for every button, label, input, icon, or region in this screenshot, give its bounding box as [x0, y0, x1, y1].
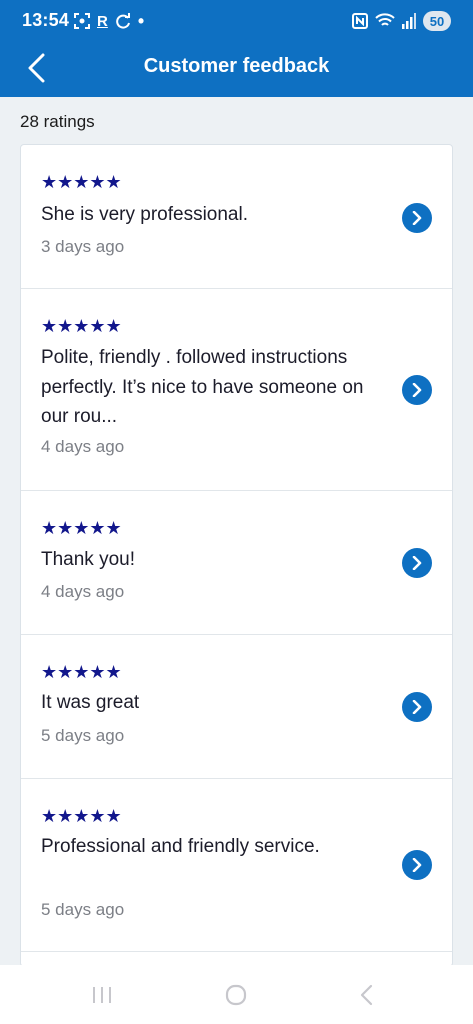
feedback-comment: Polite, friendly . followed instructions…: [41, 347, 364, 427]
star-rating: ★★★★★: [41, 172, 122, 192]
feedback-item[interactable]: ★★★★★ Polite, friendly . followed instru…: [21, 289, 452, 491]
battery-indicator: 50: [423, 11, 451, 31]
wifi-icon: [375, 13, 395, 26]
feedback-date: 4 days ago: [41, 437, 125, 456]
status-bar: 13:54 R • 50: [0, 0, 473, 44]
feedback-comment: Professional and friendly service.: [41, 836, 320, 857]
feedback-item[interactable]: ★★★★★ Thank you! 4 days ago: [21, 491, 452, 635]
signal-icon: [402, 13, 416, 29]
status-right-icons: 50: [352, 9, 451, 33]
feedback-date: 3 days ago: [41, 237, 125, 256]
star-rating: ★★★★★: [41, 518, 122, 538]
feedback-date: 4 days ago: [41, 582, 125, 601]
ratings-count: 28 ratings: [20, 112, 95, 131]
status-time: 13:54: [22, 10, 70, 30]
title-bar: Customer feedback: [0, 44, 473, 97]
feedback-item[interactable]: ★★★★★ Professional and friendly service.…: [21, 779, 452, 952]
star-rating: ★★★★★: [41, 662, 122, 682]
star-rating: ★★★★★: [41, 316, 122, 336]
recent-apps-icon[interactable]: [88, 981, 116, 1009]
home-icon[interactable]: [222, 981, 250, 1009]
page-title: Customer feedback: [143, 55, 330, 77]
feedback-item[interactable]: ★★★★★ She is very professional. 3 days a…: [21, 145, 452, 289]
screenshot-icon: [74, 13, 90, 29]
dot-icon: •: [137, 10, 145, 31]
chevron-right-icon[interactable]: [402, 692, 432, 722]
feedback-item-partial[interactable]: [21, 952, 452, 966]
feedback-item[interactable]: ★★★★★ It was great 5 days ago: [21, 635, 452, 779]
system-nav-bar: [0, 965, 473, 1024]
feedback-list: ★★★★★ She is very professional. 3 days a…: [20, 144, 453, 967]
nfc-icon: [352, 13, 368, 29]
feedback-comment: Thank you!: [41, 549, 135, 570]
feedback-comment: It was great: [41, 692, 140, 713]
chevron-right-icon[interactable]: [402, 850, 432, 880]
chevron-right-icon[interactable]: [402, 548, 432, 578]
feedback-date: 5 days ago: [41, 900, 125, 919]
chevron-right-icon[interactable]: [402, 203, 432, 233]
app-header: 13:54 R • 50 Customer feedback: [0, 0, 473, 97]
status-left-icons: R •: [74, 10, 144, 32]
feedback-date: 5 days ago: [41, 726, 125, 745]
star-rating: ★★★★★: [41, 806, 122, 826]
refresh-icon: [116, 13, 130, 29]
back-nav-icon[interactable]: [352, 981, 380, 1009]
feedback-comment: She is very professional.: [41, 204, 248, 225]
r-app-icon: R: [97, 12, 108, 30]
chevron-right-icon[interactable]: [402, 375, 432, 405]
